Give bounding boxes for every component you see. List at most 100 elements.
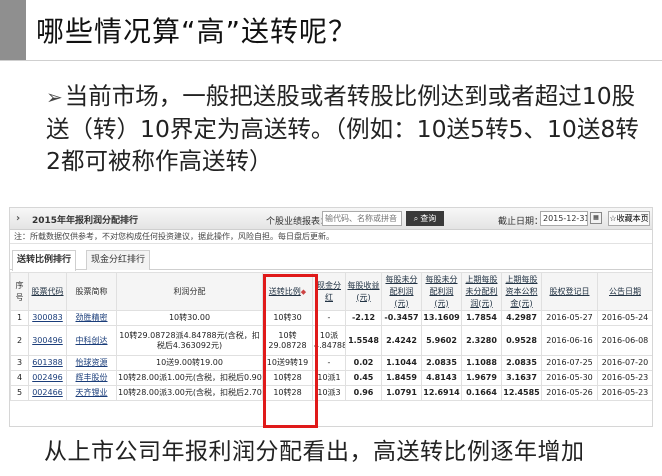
cell-no: 2 xyxy=(10,325,29,356)
cell-eps: 1.5548 xyxy=(345,325,382,356)
stock-code-link[interactable]: 300496 xyxy=(28,325,67,356)
col-header-no: 序号 xyxy=(10,272,29,311)
cell-announce-date: 2016-06-08 xyxy=(597,325,652,356)
cell-plan: 10转29.08728派4.84788元(含税，扣税后4.363092元) xyxy=(116,325,263,356)
cell-record-date: 2016-05-30 xyxy=(541,370,598,386)
stock-name-link[interactable]: 中科创达 xyxy=(66,325,117,356)
table-row: 5 002466 天齐锂业 10转28.00派3.00元(含税，扣税后2.70元… xyxy=(10,385,652,401)
col-header-name: 股票简称 xyxy=(66,272,117,311)
cell-prev-capital: 0.9528 xyxy=(501,325,542,356)
title-divider xyxy=(0,60,662,61)
col-header-prev-capital[interactable]: 上期每股资本公积金(元) xyxy=(501,272,542,311)
disclaimer-notice: 注：所载数据仅供参考，不对您构成任何投资建议，据此操作，风险自担。每日盘后更新。 xyxy=(10,230,652,244)
cell-undist-1: 1.8459 xyxy=(381,370,422,386)
stock-code-link[interactable]: 002466 xyxy=(28,385,67,401)
favorite-button-label: 收藏本页 xyxy=(616,214,649,223)
stock-name-link[interactable]: 天齐锂业 xyxy=(66,385,117,401)
cell-record-date: 2016-05-26 xyxy=(541,385,598,401)
cell-prev-undist: 1.7854 xyxy=(461,310,502,326)
table-row: 1 300083 劲胜精密 10转30.00 10转30 - -2.12 -0.… xyxy=(10,310,652,326)
embedded-screenshot: › 2015年年报利润分配排行 个股业绩报表： ⌕查询 截止日期： ▦ ☆收藏本… xyxy=(9,207,653,427)
col-header-prev-undist[interactable]: 上期每股未分配利润(元) xyxy=(461,272,502,311)
cell-no: 5 xyxy=(10,385,29,401)
cell-no: 3 xyxy=(10,355,29,371)
table-row: 4 002496 辉丰股份 10转28.00派1.00元(含税，扣税后0.90元… xyxy=(10,370,652,386)
ratio-highlight-box xyxy=(263,274,318,428)
cell-prev-capital: 4.2987 xyxy=(501,310,542,326)
table-header-row: 序号 股票代码 股票简称 利润分配 送转比例◆ 现金分红 每股收益(元) 每股未… xyxy=(10,272,652,311)
star-icon: ☆ xyxy=(609,214,617,223)
favorite-button[interactable]: ☆ 收藏本页 xyxy=(608,211,650,226)
cell-no: 4 xyxy=(10,370,29,386)
cell-prev-undist: 1.9679 xyxy=(461,370,502,386)
distribution-table: 序号 股票代码 股票简称 利润分配 送转比例◆ 现金分红 每股收益(元) 每股未… xyxy=(10,272,652,401)
ranking-title: 2015年年报利润分配排行 xyxy=(32,216,139,226)
stock-code-link[interactable]: 002496 xyxy=(28,370,67,386)
stock-code-link[interactable]: 601388 xyxy=(28,355,67,371)
col-header-record-date[interactable]: 股权登记日 xyxy=(541,272,598,311)
cell-prev-undist: 0.1664 xyxy=(461,385,502,401)
col-header-undist-1[interactable]: 每股未分配利润(元) xyxy=(381,272,422,311)
cell-plan: 10转28.00派1.00元(含税，扣税后0.90元) xyxy=(116,370,263,386)
cell-prev-capital: 3.1637 xyxy=(501,370,542,386)
cell-record-date: 2016-07-25 xyxy=(541,355,598,371)
col-header-announce-date[interactable]: 公告日期 xyxy=(597,272,652,311)
cell-plan: 10转30.00 xyxy=(116,310,263,326)
slide-title-bar: 哪些情况算“高”送转呢？ xyxy=(0,0,662,60)
cell-announce-date: 2016-07-20 xyxy=(597,355,652,371)
cell-announce-date: 2016-05-23 xyxy=(597,385,652,401)
cell-record-date: 2016-05-27 xyxy=(541,310,598,326)
cell-prev-undist: 2.3280 xyxy=(461,325,502,356)
cell-eps: 0.45 xyxy=(345,370,382,386)
col-header-undist-2[interactable]: 每股未分配利润(元) xyxy=(421,272,462,311)
date-input[interactable] xyxy=(540,211,588,226)
col-header-eps[interactable]: 每股收益(元) xyxy=(345,272,382,311)
col-header-code[interactable]: 股票代码 xyxy=(28,272,67,311)
cell-undist-2: 13.1609 xyxy=(421,310,462,326)
slide-title: 哪些情况算“高”送转呢？ xyxy=(36,15,358,48)
cell-undist-1: 1.0791 xyxy=(381,385,422,401)
conclusion-text: 从上市公司年报利润分配看出，高送转比例逐年增加 xyxy=(40,432,589,466)
cell-eps: 0.96 xyxy=(345,385,382,401)
stock-search-input[interactable] xyxy=(322,211,402,226)
cell-no: 1 xyxy=(10,310,29,326)
bullet-arrow-icon: ➢ xyxy=(46,85,63,109)
search-button-label: 查询 xyxy=(420,214,437,223)
cell-prev-undist: 1.1088 xyxy=(461,355,502,371)
tab-cash-ranking[interactable]: 现金分红排行 xyxy=(86,250,151,270)
cell-record-date: 2016-06-16 xyxy=(541,325,598,356)
cell-undist-2: 12.6914 xyxy=(421,385,462,401)
stock-name-link[interactable]: 辉丰股份 xyxy=(66,370,117,386)
calendar-icon[interactable]: ▦ xyxy=(590,212,602,224)
bullet-text: 当前市场，一般把送股或者转股比例达到或者超过10股送（转）10界定为高送转。（例… xyxy=(46,82,639,175)
magnifier-icon: ⌕ xyxy=(413,213,419,223)
table-row: 2 300496 中科创达 10转29.08728派4.84788元(含税，扣税… xyxy=(10,325,652,356)
cell-undist-1: -0.3457 xyxy=(381,310,422,326)
cell-eps: 0.02 xyxy=(345,355,382,371)
screenshot-header: › 2015年年报利润分配排行 个股业绩报表： ⌕查询 截止日期： ▦ ☆收藏本… xyxy=(10,208,652,230)
table-row: 3 601388 怡球资源 10送9.00转19.00 10送9转19 - 0.… xyxy=(10,355,652,371)
chevron-right-icon: › xyxy=(16,213,21,224)
cell-prev-capital: 12.4585 xyxy=(501,385,542,401)
cell-prev-capital: 2.0835 xyxy=(501,355,542,371)
cell-plan: 10转28.00派3.00元(含税，扣税后2.70元) xyxy=(116,385,263,401)
cell-plan: 10送9.00转19.00 xyxy=(116,355,263,371)
search-button[interactable]: ⌕ 查询 xyxy=(406,211,444,226)
stock-name-link[interactable]: 劲胜精密 xyxy=(66,310,117,326)
cell-undist-2: 5.9602 xyxy=(421,325,462,356)
bullet-paragraph: ➢当前市场，一般把送股或者转股比例达到或者超过10股送（转）10界定为高送转。（… xyxy=(46,80,646,177)
search-label: 个股业绩报表： xyxy=(266,217,330,227)
stock-code-link[interactable]: 300083 xyxy=(28,310,67,326)
cell-announce-date: 2016-05-24 xyxy=(597,310,652,326)
date-label: 截止日期： xyxy=(498,217,544,227)
cell-undist-1: 2.4242 xyxy=(381,325,422,356)
cell-announce-date: 2016-05-23 xyxy=(597,370,652,386)
tab-bar: 送转比例排行 现金分红排行 xyxy=(10,244,652,271)
title-accent-bar xyxy=(0,0,26,60)
cell-eps: -2.12 xyxy=(345,310,382,326)
stock-name-link[interactable]: 怡球资源 xyxy=(66,355,117,371)
tab-ratio-ranking[interactable]: 送转比例排行 xyxy=(12,250,77,271)
cell-undist-2: 4.8143 xyxy=(421,370,462,386)
col-header-plan: 利润分配 xyxy=(116,272,263,311)
cell-undist-2: 2.0835 xyxy=(421,355,462,371)
